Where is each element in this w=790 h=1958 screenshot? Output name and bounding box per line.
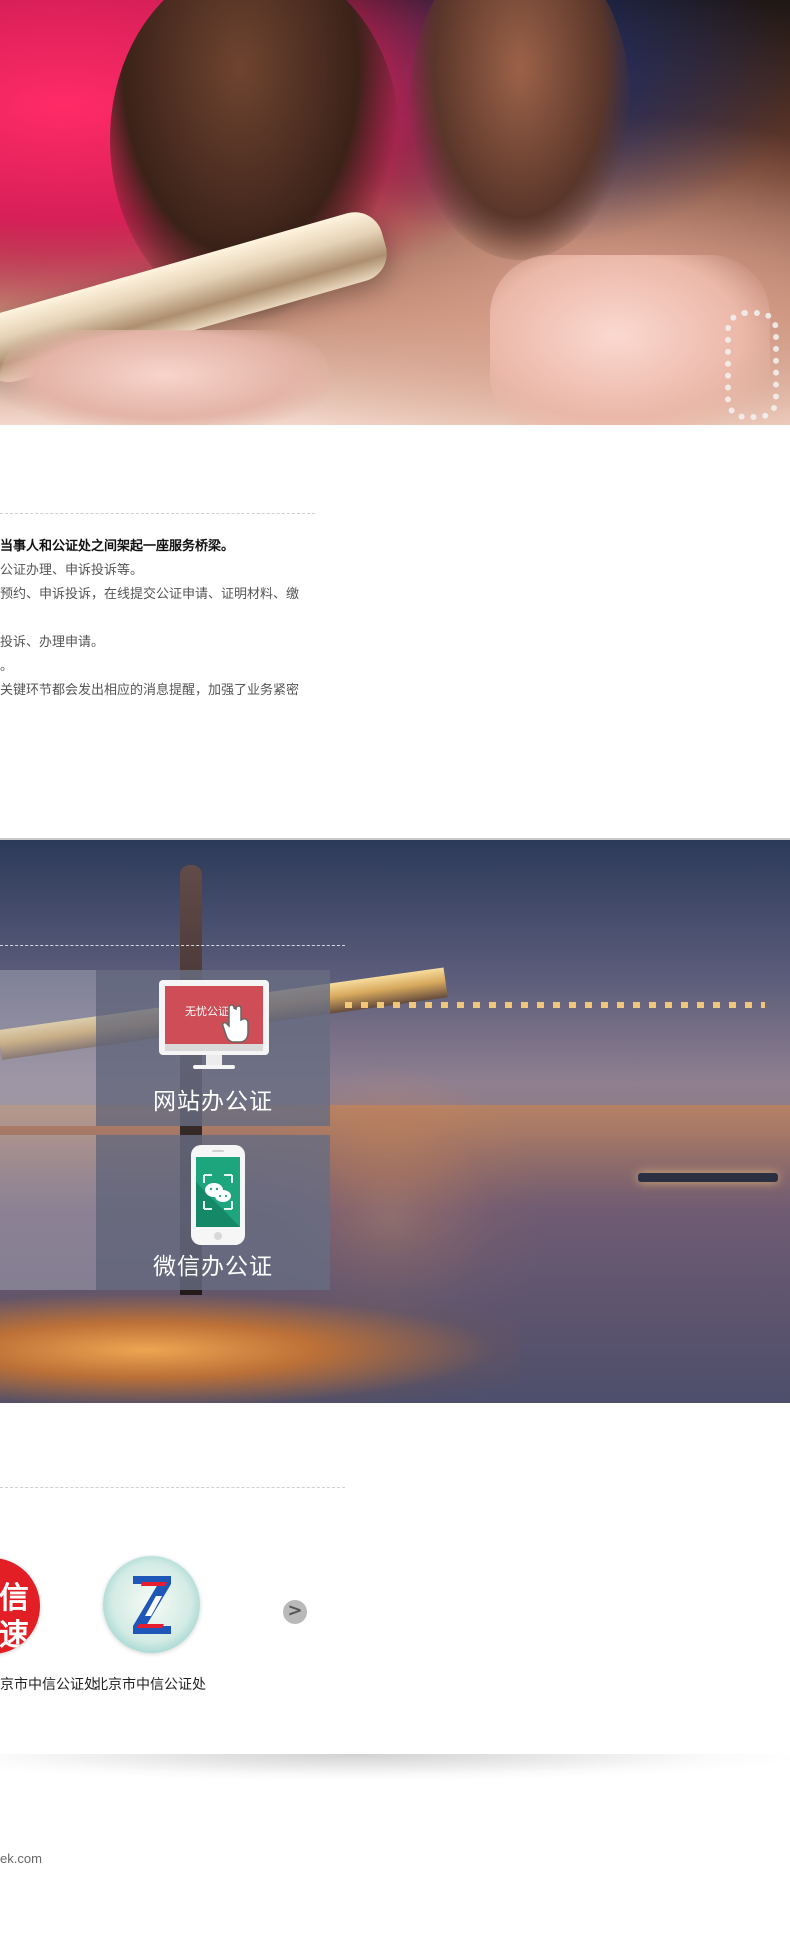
- website-notary-card[interactable]: 无忧公证 网站办公证: [96, 970, 330, 1126]
- hero-banner: [0, 0, 790, 425]
- intro-line-4: 投诉、办理申请。: [0, 635, 105, 650]
- hero-hand-left: [0, 330, 330, 425]
- intro-divider: [0, 513, 315, 514]
- bridge-reflection: [0, 1290, 520, 1403]
- phone-icon: [191, 1145, 245, 1245]
- service-side-panel-bottom: [0, 1135, 96, 1290]
- intro-line-5: 。: [0, 659, 14, 674]
- hero-bracelet: [725, 310, 779, 420]
- partner-logo-left-text: 信 速: [0, 1581, 29, 1653]
- bottom-shadow: [0, 1754, 790, 1780]
- services-panel: 无忧公证 网站办公证 微信办公证: [0, 970, 330, 1290]
- page: 当事人和公证处之间架起一座服务桥梁。 公证办理、申诉投诉等。 预约、申诉投诉，在…: [0, 0, 790, 1958]
- intro-line-6: 关键环节都会发出相应的消息提醒，加强了业务紧密: [0, 683, 300, 698]
- partner-logo-right[interactable]: [103, 1556, 200, 1653]
- z-logo-icon: [133, 1576, 171, 1634]
- partners-carousel: 信 速 > 京市中信公证处 北京市中信公证处: [0, 1548, 790, 1708]
- wechat-notary-card[interactable]: 微信办公证: [96, 1135, 330, 1290]
- intro-line-1: 当事人和公证处之间架起一座服务桥梁。: [0, 539, 235, 554]
- hero-hair-right: [410, 0, 630, 260]
- intro-section: 当事人和公证处之间架起一座服务桥梁。 公证办理、申诉投诉等。 预约、申诉投诉，在…: [0, 535, 340, 703]
- partners-divider: [0, 1487, 345, 1488]
- partners-next-button[interactable]: >: [283, 1600, 307, 1624]
- service-side-panel-top: [0, 970, 96, 1126]
- website-icon-text: 无忧公证: [185, 1004, 229, 1018]
- services-divider: [0, 945, 345, 946]
- partner-name-left: 京市中信公证处: [0, 1676, 98, 1692]
- intro-line-3: 预约、申诉投诉，在线提交公证申请、证明材料、缴: [0, 587, 300, 602]
- intro-line-2: 公证办理、申诉投诉等。: [0, 563, 144, 578]
- partner-name-right: 北京市中信公证处: [94, 1676, 206, 1692]
- partner-logo-left[interactable]: 信 速: [0, 1558, 40, 1654]
- footer-domain: ek.com: [0, 1851, 42, 1866]
- wechat-notary-label: 微信办公证: [153, 1254, 273, 1280]
- river-boat: [638, 1173, 778, 1182]
- bridge-lights: [345, 1002, 765, 1008]
- monitor-icon: 无忧公证: [159, 980, 269, 1069]
- website-notary-label: 网站办公证: [153, 1089, 273, 1115]
